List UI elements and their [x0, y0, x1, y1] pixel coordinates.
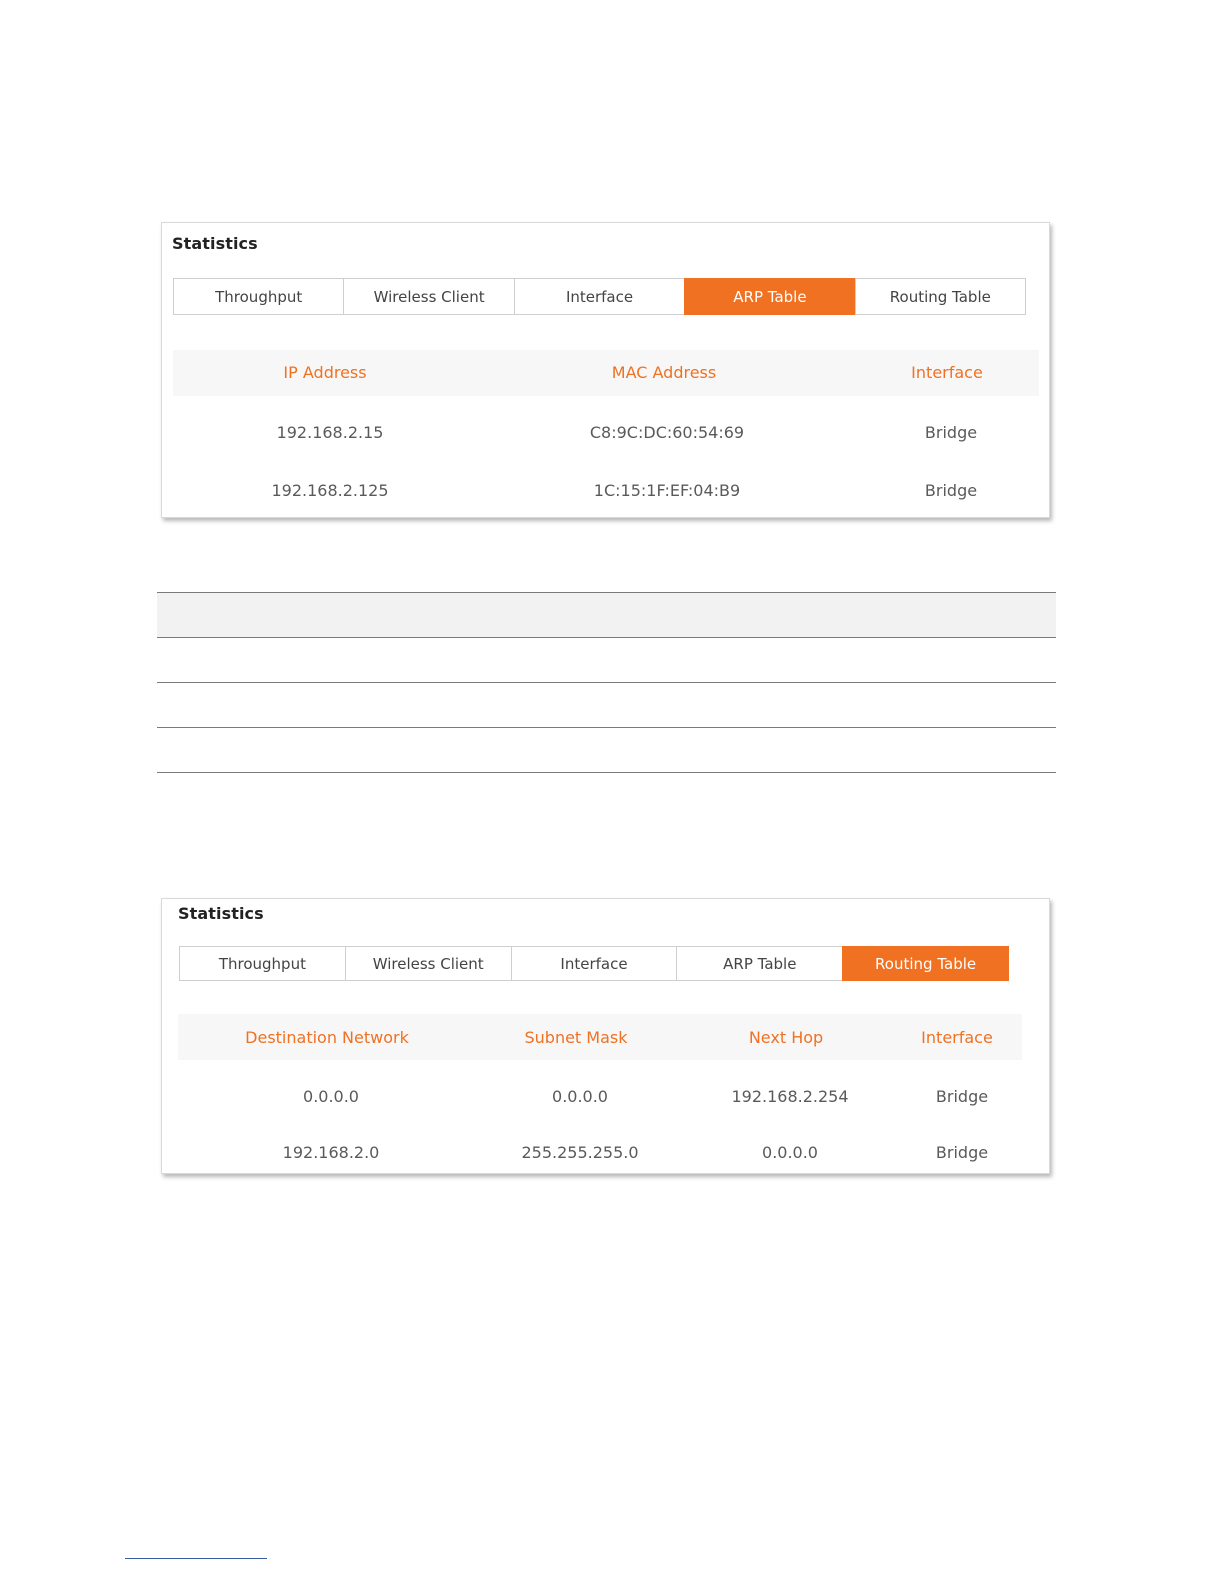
- panel-title: Statistics: [172, 234, 258, 253]
- route-row-2-subnet-mask: 255.255.255.0: [521, 1143, 639, 1162]
- tab-routing-table[interactable]: Routing Table: [842, 946, 1009, 981]
- arp-row-1-mac: C8:9C:DC:60:54:69: [589, 423, 745, 442]
- column-header-interface: Interface: [921, 1028, 993, 1047]
- statistics-tabs: Throughput Wireless Client Interface ARP…: [179, 946, 1009, 981]
- column-header-subnet-mask: Subnet Mask: [524, 1028, 628, 1047]
- column-header-interface: Interface: [911, 363, 983, 382]
- statistics-panel-arp: Statistics Throughput Wireless Client In…: [161, 222, 1050, 518]
- column-header-next-hop: Next Hop: [748, 1028, 824, 1047]
- route-row-1-interface: Bridge: [935, 1087, 989, 1106]
- route-row-2-interface: Bridge: [935, 1143, 989, 1162]
- arp-row-1-interface: Bridge: [924, 423, 978, 442]
- footnote-separator: [125, 1558, 267, 1559]
- column-header-ip-address: IP Address: [283, 363, 367, 382]
- route-row-2-destination: 192.168.2.0: [282, 1143, 380, 1162]
- arp-row-2-ip: 192.168.2.125: [271, 481, 389, 500]
- tab-throughput[interactable]: Throughput: [173, 278, 345, 315]
- tab-wireless-client[interactable]: Wireless Client: [343, 278, 515, 315]
- tab-interface[interactable]: Interface: [513, 278, 686, 315]
- document-table-row: [157, 728, 1056, 773]
- column-header-mac-address: MAC Address: [611, 363, 717, 382]
- arp-row-2-mac: 1C:15:1F:EF:04:B9: [593, 481, 741, 500]
- document-table-row: [157, 638, 1056, 683]
- statistics-tabs: Throughput Wireless Client Interface ARP…: [173, 278, 1027, 315]
- document-table-header: [157, 592, 1056, 638]
- arp-row-2-interface: Bridge: [924, 481, 978, 500]
- route-row-1-next-hop: 192.168.2.254: [731, 1087, 849, 1106]
- tab-arp-table[interactable]: ARP Table: [676, 946, 844, 981]
- tab-throughput[interactable]: Throughput: [179, 946, 346, 981]
- tab-arp-table[interactable]: ARP Table: [684, 278, 856, 315]
- panel-title: Statistics: [178, 904, 264, 923]
- tab-interface[interactable]: Interface: [510, 946, 678, 981]
- tab-routing-table[interactable]: Routing Table: [854, 278, 1027, 315]
- arp-row-1-ip: 192.168.2.15: [276, 423, 384, 442]
- tab-wireless-client[interactable]: Wireless Client: [344, 946, 512, 981]
- route-row-2-next-hop: 0.0.0.0: [762, 1143, 818, 1162]
- column-header-destination-network: Destination Network: [245, 1028, 409, 1047]
- document-table: [157, 592, 1056, 773]
- statistics-panel-routing: Statistics Throughput Wireless Client In…: [161, 898, 1050, 1174]
- route-row-1-subnet-mask: 0.0.0.0: [552, 1087, 608, 1106]
- route-row-1-destination: 0.0.0.0: [303, 1087, 359, 1106]
- document-table-row: [157, 683, 1056, 728]
